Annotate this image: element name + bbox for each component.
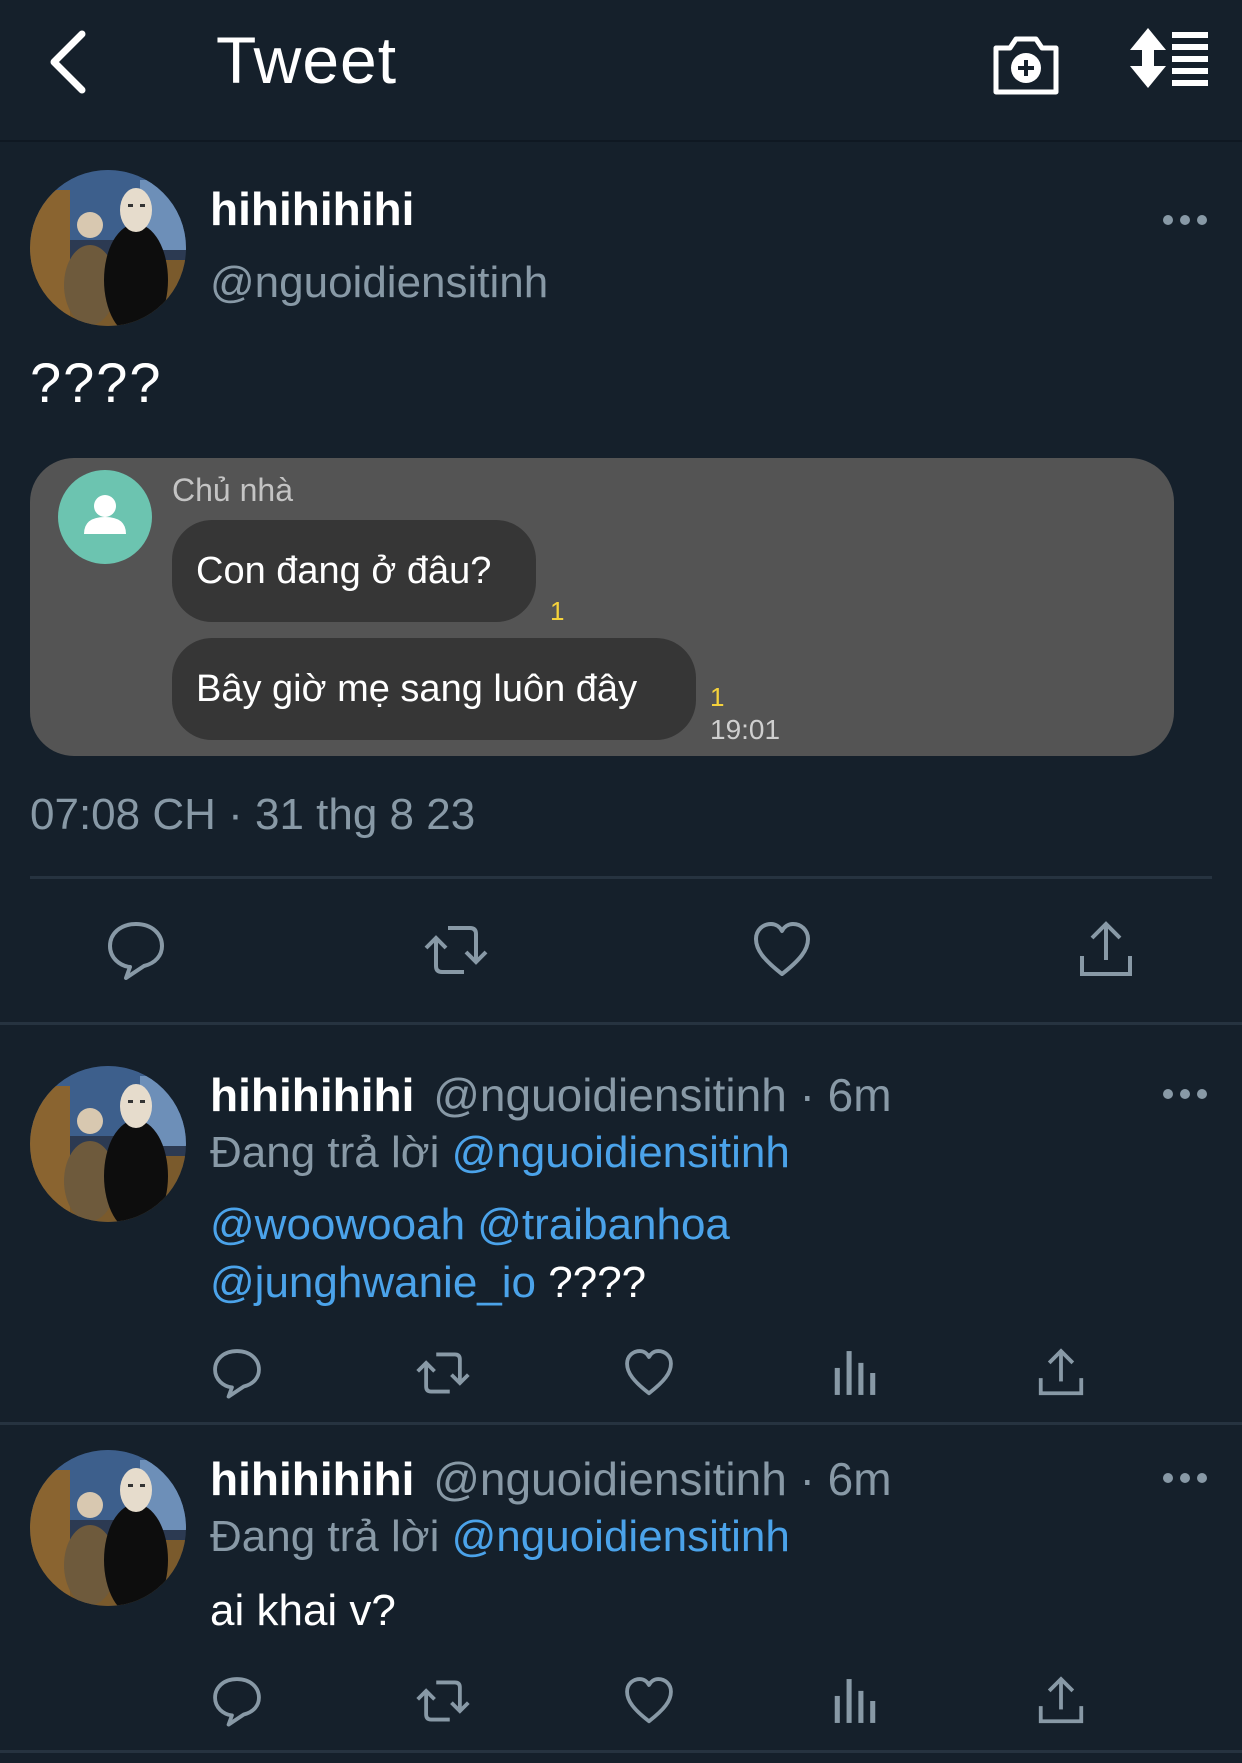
message-text: Con đang ở đâu? <box>196 549 492 592</box>
user-handle[interactable]: @nguoidiensitinh · 6m <box>433 1453 891 1505</box>
more-button[interactable] <box>1160 1468 1210 1488</box>
retweet-button[interactable] <box>416 1674 470 1728</box>
tweet-text: ???? <box>30 351 163 414</box>
analytics-icon <box>834 1679 876 1723</box>
more-icon <box>1163 1473 1207 1483</box>
contact-avatar <box>58 470 152 564</box>
tweet-text: ai khai v? <box>210 1586 396 1635</box>
message-bubble: Con đang ở đâu? <box>172 520 536 622</box>
read-indicator: 1 <box>710 682 725 712</box>
like-icon <box>625 1677 673 1724</box>
divider <box>0 1022 1242 1025</box>
profile-photo <box>30 1450 186 1606</box>
message-text: Bây giờ mẹ sang luôn đây <box>196 667 638 710</box>
reply-button[interactable] <box>210 1674 264 1728</box>
retweet-icon <box>416 1352 470 1394</box>
mention-link[interactable]: @woowooah <box>210 1200 465 1249</box>
sort-button[interactable] <box>1128 26 1210 98</box>
sender-name: Chủ nhà <box>172 472 293 508</box>
share-button[interactable] <box>1074 918 1138 982</box>
share-button[interactable] <box>1034 1346 1088 1400</box>
reply-icon <box>213 1677 261 1727</box>
share-icon <box>1080 921 1132 976</box>
like-button[interactable] <box>750 918 814 982</box>
retweet-button[interactable] <box>416 1346 470 1400</box>
user-handle[interactable]: @nguoidiensitinh <box>210 258 548 308</box>
replying-prefix: Đang trả lời <box>210 1128 440 1177</box>
share-icon <box>1038 1676 1084 1724</box>
tweet-text: ???? <box>548 1258 647 1307</box>
analytics-button[interactable] <box>828 1346 882 1400</box>
more-button[interactable] <box>1160 210 1210 230</box>
tweet-text-line: @woowooah @traibanhoa <box>210 1200 730 1250</box>
reply-icon <box>213 1349 261 1399</box>
analytics-icon <box>834 1351 876 1395</box>
reply-button[interactable] <box>104 918 168 982</box>
back-button[interactable] <box>38 26 98 98</box>
divider <box>30 876 1212 879</box>
mention-link[interactable]: @nguoidiensitinh <box>452 1128 790 1177</box>
reply-icon <box>108 922 164 980</box>
retweet-button[interactable] <box>424 918 488 982</box>
like-icon <box>754 922 810 976</box>
avatar[interactable] <box>30 170 186 326</box>
display-name[interactable]: hihihihihi <box>210 1069 414 1121</box>
avatar[interactable] <box>30 1066 186 1222</box>
tweet-image[interactable]: Chủ nhà Con đang ở đâu? 1 Bây giờ mẹ san… <box>30 458 1174 756</box>
share-button[interactable] <box>1034 1674 1088 1728</box>
replying-prefix: Đang trả lời <box>210 1512 440 1561</box>
message-time: 19:01 <box>710 714 781 745</box>
reply-header: hihihihihi @nguoidiensitinh · 6m <box>210 1068 892 1122</box>
tweet-timestamp: 07:08 CH · 31 thg 8 23 <box>30 790 476 839</box>
more-icon <box>1163 1089 1207 1099</box>
profile-photo <box>30 1066 186 1222</box>
retweet-icon <box>424 926 488 974</box>
page-title: Tweet <box>216 23 398 97</box>
user-handle[interactable]: @nguoidiensitinh · 6m <box>433 1069 891 1121</box>
share-icon <box>1038 1348 1084 1396</box>
top-bar: Tweet <box>0 0 1242 142</box>
reply-header: hihihihihi @nguoidiensitinh · 6m <box>210 1452 892 1506</box>
retweet-icon <box>416 1680 470 1722</box>
profile-photo <box>30 170 186 326</box>
mention-link[interactable]: @traibanhoa <box>477 1200 730 1249</box>
analytics-button[interactable] <box>828 1674 882 1728</box>
avatar[interactable] <box>30 1450 186 1606</box>
contact-avatar-icon <box>84 495 126 534</box>
back-arrow-icon <box>50 30 86 94</box>
display-name[interactable]: hihihihihi <box>210 1453 414 1505</box>
message-bubble: Bây giờ mẹ sang luôn đây <box>172 638 696 740</box>
like-button[interactable] <box>622 1346 676 1400</box>
divider <box>0 1422 1242 1425</box>
like-icon <box>625 1349 673 1396</box>
camera-button[interactable] <box>990 26 1062 98</box>
display-name[interactable]: hihihihihi <box>210 182 414 236</box>
more-button[interactable] <box>1160 1084 1210 1104</box>
tweet-text-line: @junghwanie_io ???? <box>210 1258 646 1308</box>
mention-link[interactable]: @nguoidiensitinh <box>452 1512 790 1561</box>
divider <box>0 1750 1242 1753</box>
mention-link[interactable]: @junghwanie_io <box>210 1258 536 1307</box>
read-indicator: 1 <box>550 596 565 626</box>
sort-icon <box>1130 28 1208 88</box>
camera-plus-icon <box>993 36 1059 95</box>
replying-to: Đang trả lời @nguoidiensitinh <box>210 1512 790 1562</box>
more-icon <box>1163 215 1207 225</box>
replying-to: Đang trả lời @nguoidiensitinh <box>210 1128 790 1178</box>
reply-button[interactable] <box>210 1346 264 1400</box>
like-button[interactable] <box>622 1674 676 1728</box>
